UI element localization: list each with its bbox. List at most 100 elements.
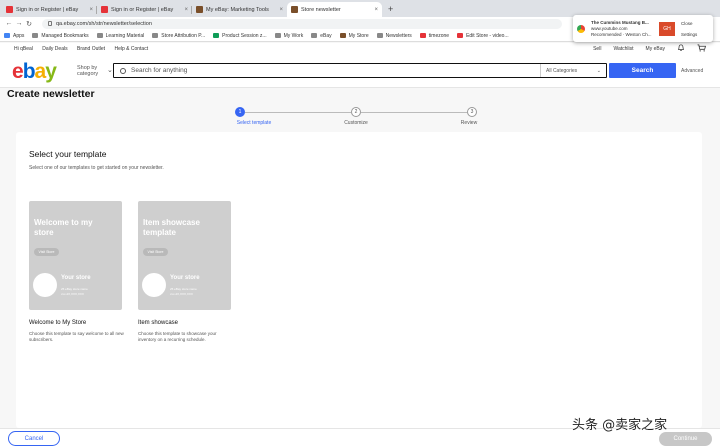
category-select[interactable]: All Categories ⌄ — [540, 64, 606, 77]
my-ebay-link[interactable]: My eBay — [646, 46, 665, 52]
browser-tab[interactable]: Sign in or Register | eBay × — [2, 2, 97, 17]
address-bar[interactable]: qa.ebay.com/sh/str/newsletter/selection — [42, 18, 562, 29]
preview-store-avatar — [33, 273, 57, 297]
search-bar: All Categories ⌄ — [113, 63, 607, 78]
bookmark-item[interactable]: My Work — [274, 33, 303, 39]
folder-icon — [32, 33, 39, 38]
close-tab-icon[interactable]: × — [89, 7, 93, 13]
greeting-link[interactable]: Hi qBeal — [14, 46, 33, 52]
notification-detail: Recommended · Weston Ch... — [591, 31, 652, 37]
template-name[interactable]: Item showcase — [138, 320, 178, 326]
cart-icon[interactable] — [697, 44, 707, 54]
url-text: qa.ebay.com/sh/str/newsletter/selection — [56, 20, 152, 27]
close-tab-icon[interactable]: × — [374, 7, 378, 13]
ebay-favicon-icon — [101, 6, 108, 13]
preview-store-name: Your store — [61, 275, 91, 281]
step-2-indicator: 2 — [351, 107, 361, 117]
new-tab-button[interactable]: + — [382, 4, 399, 17]
step-1-indicator: 1 — [235, 107, 245, 117]
document-icon — [152, 33, 159, 38]
bookmark-item[interactable]: Apps — [4, 33, 24, 39]
bookmark-item[interactable]: Newsletters — [376, 33, 412, 39]
chevron-down-icon: ⌄ — [596, 67, 601, 74]
step-connector — [245, 112, 351, 113]
back-arrow-icon[interactable]: ← — [4, 20, 14, 27]
step-3-indicator: 3 — [467, 107, 477, 117]
preview-store-info: 25 eBay store name xxx-2X,XXX,XXX — [170, 287, 197, 296]
daily-deals-link[interactable]: Daily Deals — [42, 46, 67, 52]
close-tab-icon[interactable]: × — [279, 7, 283, 13]
forward-arrow-icon[interactable]: → — [14, 20, 24, 27]
notification-actions: Close Settings — [681, 21, 697, 37]
store-favicon-icon — [291, 6, 298, 13]
bookmark-item[interactable]: Product Session z... — [213, 33, 267, 39]
help-contact-link[interactable]: Help & Contact — [114, 46, 148, 52]
store-favicon-icon — [339, 33, 346, 38]
media-notification[interactable]: The Cummins Mustang B... www.youtube.com… — [573, 15, 713, 42]
template-preview-item-showcase[interactable]: Item showcase template Visit Store Your … — [138, 201, 231, 310]
bookmark-item[interactable]: My Store — [339, 33, 369, 39]
advanced-search-link[interactable]: Advanced — [681, 68, 703, 74]
apps-grid-icon — [4, 33, 10, 38]
template-preview-welcome[interactable]: Welcome to my store Visit Store Your sto… — [29, 201, 122, 310]
step-3-label: Review — [460, 120, 478, 126]
cancel-button[interactable]: Cancel — [8, 431, 60, 446]
shop-by-category-button[interactable]: Shop by category ⌄ — [77, 65, 113, 77]
brand-outlet-link[interactable]: Brand Outlet — [77, 46, 105, 52]
bookmark-item[interactable]: timezone — [419, 33, 449, 39]
lock-icon — [48, 21, 52, 26]
sell-link[interactable]: Sell — [593, 46, 601, 52]
browser-tab[interactable]: My eBay: Marketing Tools × — [192, 2, 287, 17]
preview-title: Welcome to my store — [34, 218, 93, 237]
preview-title: Item showcase template — [143, 218, 200, 237]
ebay-header: ebay Shop by category ⌄ All Categories ⌄… — [0, 55, 720, 88]
step-2-label: Customize — [344, 120, 368, 126]
notification-title: The Cummins Mustang B... — [591, 19, 649, 25]
bookmark-item[interactable]: Managed Bookmarks — [32, 33, 89, 39]
search-input[interactable] — [131, 67, 540, 74]
chevron-down-icon: ⌄ — [107, 67, 113, 74]
preview-store-name: Your store — [170, 275, 200, 281]
progress-stepper: 1 2 3 Select template Customize Review — [0, 106, 720, 128]
bookmark-item[interactable]: Store Attribution P... — [152, 33, 205, 39]
tab-title: Sign in or Register | eBay — [111, 6, 174, 13]
bookmark-item[interactable]: Learning Material — [96, 33, 144, 39]
tab-title: Sign in or Register | eBay — [16, 6, 79, 13]
preview-store-avatar — [142, 273, 166, 297]
video-icon — [457, 33, 464, 38]
section-description: Select one of our templates to get start… — [29, 165, 164, 171]
continue-button[interactable]: Continue — [659, 432, 712, 446]
step-1-label: Select template — [236, 120, 272, 126]
section-heading: Select your template — [29, 149, 107, 159]
close-tab-icon[interactable]: × — [184, 7, 188, 13]
timezone-icon — [419, 33, 426, 38]
template-name[interactable]: Welcome to My Store — [29, 320, 86, 326]
tab-title: Store newsletter — [301, 6, 341, 13]
page-title: Create newsletter — [7, 88, 95, 100]
reload-icon[interactable]: ↻ — [24, 20, 34, 28]
bookmark-item[interactable]: eBay — [311, 33, 332, 39]
watchlist-link[interactable]: Watchlist — [613, 46, 633, 52]
bookmark-item[interactable]: Edit Store - video... — [457, 33, 509, 39]
chrome-logo-icon — [577, 24, 585, 33]
notification-close-button[interactable]: Close — [681, 21, 697, 26]
folder-icon — [311, 33, 318, 38]
notification-settings-button[interactable]: Settings — [681, 32, 697, 37]
video-thumbnail: GH — [659, 21, 675, 36]
browser-tab[interactable]: Sign in or Register | eBay × — [97, 2, 192, 17]
search-icon — [120, 67, 126, 74]
ebay-favicon-icon — [6, 6, 13, 13]
preview-visit-store-pill: Visit Store — [143, 248, 168, 256]
ebay-logo[interactable]: ebay — [12, 60, 57, 84]
template-description: Choose this template to showcase your in… — [138, 331, 217, 342]
bell-icon[interactable] — [677, 44, 685, 54]
preview-visit-store-pill: Visit Store — [34, 248, 59, 256]
ebay-utility-nav: Hi qBeal Daily Deals Brand Outlet Help &… — [0, 43, 720, 55]
folder-icon — [376, 33, 383, 38]
preview-store-info: 25 eBay store name xxx-2X,XXX,XXX — [61, 287, 88, 296]
tab-title: My eBay: Marketing Tools — [206, 6, 269, 13]
search-button[interactable]: Search — [609, 63, 676, 78]
notification-text: The Cummins Mustang B... www.youtube.com… — [591, 20, 653, 38]
template-selection-card: Select your template Select one of our t… — [16, 132, 702, 428]
browser-tab-active[interactable]: Store newsletter × — [287, 2, 382, 17]
